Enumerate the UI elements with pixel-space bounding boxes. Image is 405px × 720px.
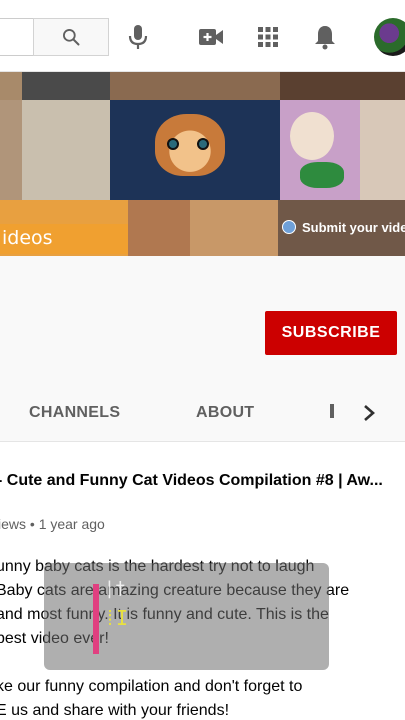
top-app-bar — [0, 0, 405, 72]
banner-tile — [22, 100, 110, 200]
banner-tile — [110, 72, 280, 100]
subscribe-button[interactable]: SUBSCRIBE — [265, 311, 397, 355]
cursor-glyph: |† — [104, 578, 126, 599]
video-camera-plus-icon — [199, 29, 223, 45]
kitten-image — [155, 114, 225, 176]
banner-tile — [360, 100, 405, 200]
search-button[interactable] — [33, 18, 109, 56]
create-video-button[interactable] — [196, 22, 226, 52]
tab-channels[interactable]: CHANNELS — [29, 404, 120, 422]
toy-image — [300, 162, 344, 188]
banner-videos-text: ideos — [2, 227, 53, 249]
banner-tile — [0, 72, 22, 100]
voice-search-button[interactable] — [123, 22, 153, 52]
tab-partial[interactable] — [330, 404, 334, 418]
banner-tile — [22, 72, 110, 100]
notifications-button[interactable] — [310, 22, 340, 52]
bell-icon — [315, 26, 335, 50]
submit-video-label: Submit your vide — [302, 219, 405, 235]
description-line: E us and share with your friends! — [0, 702, 230, 719]
video-title[interactable]: - Cute and Funny Cat Videos Compilation … — [0, 472, 405, 490]
tabs-next-button[interactable] — [358, 402, 380, 424]
channel-tabs: CHANNELS ABOUT — [0, 382, 405, 442]
apps-grid-icon — [258, 27, 278, 47]
tab-about[interactable]: ABOUT — [196, 404, 254, 422]
video-meta: iews • 1 year ago — [0, 516, 105, 532]
chevron-right-icon — [364, 405, 375, 421]
search-input[interactable] — [0, 18, 34, 56]
banner-tile — [280, 72, 405, 100]
user-avatar[interactable] — [374, 18, 405, 56]
banner-tile — [128, 200, 190, 256]
submit-video-link[interactable]: Submit your vide — [280, 215, 405, 239]
cursor-bar — [93, 584, 99, 654]
text-cursor-overlay — [44, 563, 329, 670]
globe-icon — [282, 220, 296, 234]
channel-banner: ideos Submit your vide — [0, 72, 405, 256]
kitten-image — [290, 112, 334, 160]
cursor-glyph: ⁞I — [104, 606, 129, 630]
microphone-icon — [128, 25, 148, 49]
banner-tile — [0, 100, 22, 200]
description-line: ke our funny compilation and don't forge… — [0, 678, 303, 695]
banner-tile — [190, 200, 278, 256]
search-icon — [62, 29, 80, 46]
apps-button[interactable] — [253, 22, 283, 52]
